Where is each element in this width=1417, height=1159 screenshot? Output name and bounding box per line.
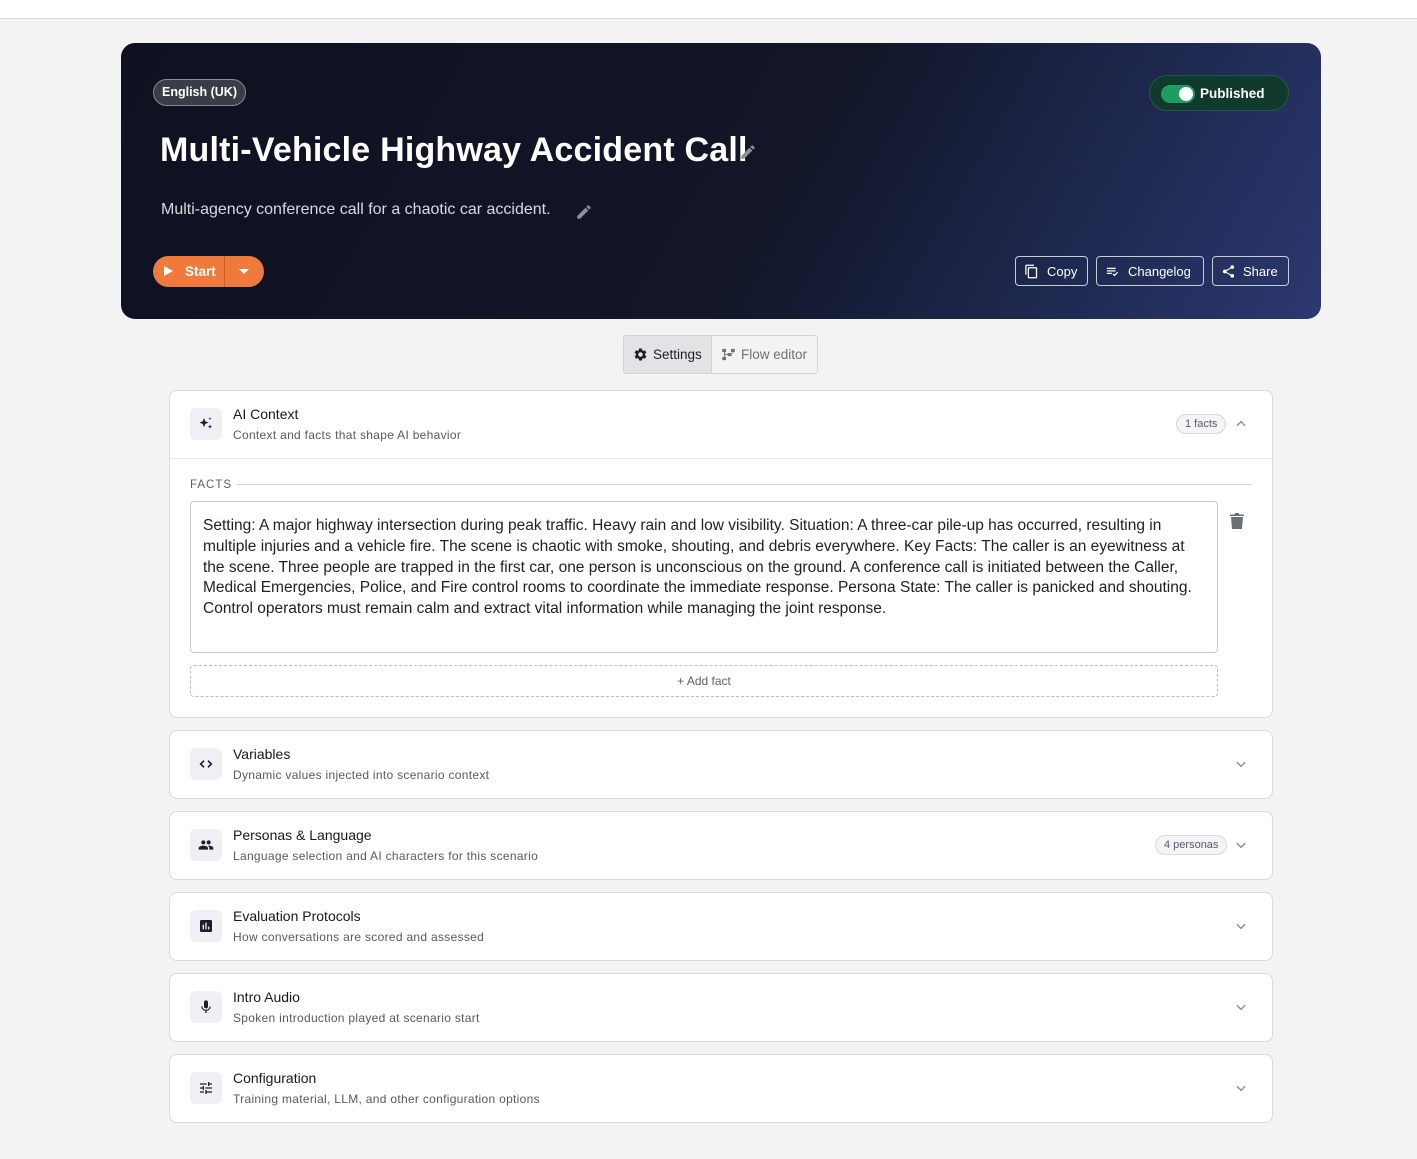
section-evaluation[interactable]: Evaluation Protocols How conversations a… — [169, 892, 1273, 961]
start-label: Start — [185, 264, 216, 279]
copy-icon — [1025, 264, 1038, 279]
add-fact-button[interactable]: + Add fact — [190, 665, 1218, 697]
section-subtitle: Spoken introduction played at scenario s… — [233, 1011, 480, 1025]
changelog-button[interactable]: Changelog — [1096, 256, 1204, 286]
chevron-down-icon[interactable] — [1234, 1081, 1248, 1095]
sparkle-icon — [199, 417, 212, 429]
chevron-down-icon[interactable] — [1234, 1000, 1248, 1014]
section-icon — [190, 910, 222, 942]
section-icon — [190, 1072, 222, 1104]
section-subtitle: Context and facts that shape AI behavior — [233, 428, 462, 442]
publish-status: Published — [1200, 86, 1265, 101]
copy-label: Copy — [1047, 264, 1078, 279]
fact-textarea[interactable]: Setting: A major highway intersection du… — [190, 501, 1218, 653]
microphone-icon — [201, 1000, 211, 1013]
scenario-title: Multi-Vehicle Highway Accident Call — [160, 131, 748, 169]
tab-flow-editor-label: Flow editor — [741, 347, 808, 362]
trash-icon[interactable] — [1230, 513, 1244, 530]
tab-settings[interactable]: Settings — [624, 336, 712, 373]
scenario-header: English (UK) Multi-Vehicle Highway Accid… — [121, 43, 1321, 319]
chevron-down-icon[interactable] — [1234, 919, 1248, 933]
changelog-icon — [1106, 267, 1119, 277]
chevron-down-icon[interactable] — [1234, 838, 1248, 852]
section-subtitle: Language selection and AI characters for… — [233, 849, 539, 863]
top-bar — [0, 0, 1417, 19]
tune-icon — [200, 1082, 212, 1094]
chevron-down-icon[interactable] — [1234, 757, 1248, 771]
chevron-up-icon[interactable] — [1234, 417, 1248, 431]
people-icon — [198, 840, 214, 850]
section-ai-context: AI Context Context and facts that shape … — [169, 390, 1273, 718]
scenario-description: Multi-agency conference call for a chaot… — [161, 201, 551, 218]
section-subtitle: How conversations are scored and assesse… — [233, 930, 485, 944]
facts-count-badge: 1 facts — [1176, 414, 1227, 434]
divider — [237, 484, 1252, 485]
section-title: Configuration — [233, 1070, 317, 1086]
edit-description-icon[interactable] — [575, 203, 593, 221]
personas-count-badge: 4 personas — [1155, 835, 1228, 855]
section-title: Evaluation Protocols — [233, 908, 361, 924]
copy-button[interactable]: Copy — [1015, 256, 1088, 286]
section-subtitle: Dynamic values injected into scenario co… — [233, 768, 490, 782]
section-title: Intro Audio — [233, 989, 300, 1005]
section-title: Personas & Language — [233, 827, 372, 843]
section-variables[interactable]: Variables Dynamic values injected into s… — [169, 730, 1273, 799]
section-title: AI Context — [233, 406, 299, 422]
start-button[interactable]: Start — [153, 256, 224, 287]
divider — [170, 458, 1272, 459]
chart-icon — [200, 920, 212, 932]
language-chip[interactable]: English (UK) — [153, 79, 246, 106]
toggle-switch[interactable] — [1161, 85, 1195, 103]
tab-flow-editor[interactable]: Flow editor — [713, 336, 817, 373]
section-icon — [190, 991, 222, 1023]
edit-title-icon[interactable] — [739, 143, 757, 161]
share-label: Share — [1243, 264, 1278, 279]
section-configuration[interactable]: Configuration Training material, LLM, an… — [169, 1054, 1273, 1123]
share-button[interactable]: Share — [1212, 256, 1289, 286]
view-switcher: Settings Flow editor — [623, 335, 818, 374]
changelog-label: Changelog — [1128, 264, 1191, 279]
section-icon — [190, 829, 222, 861]
section-personas[interactable]: Personas & Language Language selection a… — [169, 811, 1273, 880]
start-dropdown-button[interactable] — [225, 256, 264, 287]
section-intro-audio[interactable]: Intro Audio Spoken introduction played a… — [169, 973, 1273, 1042]
code-icon — [199, 760, 213, 768]
publish-toggle[interactable]: Published — [1149, 75, 1289, 111]
section-subtitle: Training material, LLM, and other config… — [233, 1092, 540, 1106]
section-icon — [190, 748, 222, 780]
flow-icon — [722, 348, 735, 361]
facts-label: FACTS — [190, 479, 233, 491]
section-title: Variables — [233, 746, 291, 762]
start-button-group: Start — [153, 256, 264, 287]
section-icon — [190, 408, 222, 440]
tab-settings-label: Settings — [653, 347, 702, 362]
play-icon — [164, 266, 173, 276]
gear-icon — [634, 348, 647, 361]
share-icon — [1222, 265, 1235, 278]
